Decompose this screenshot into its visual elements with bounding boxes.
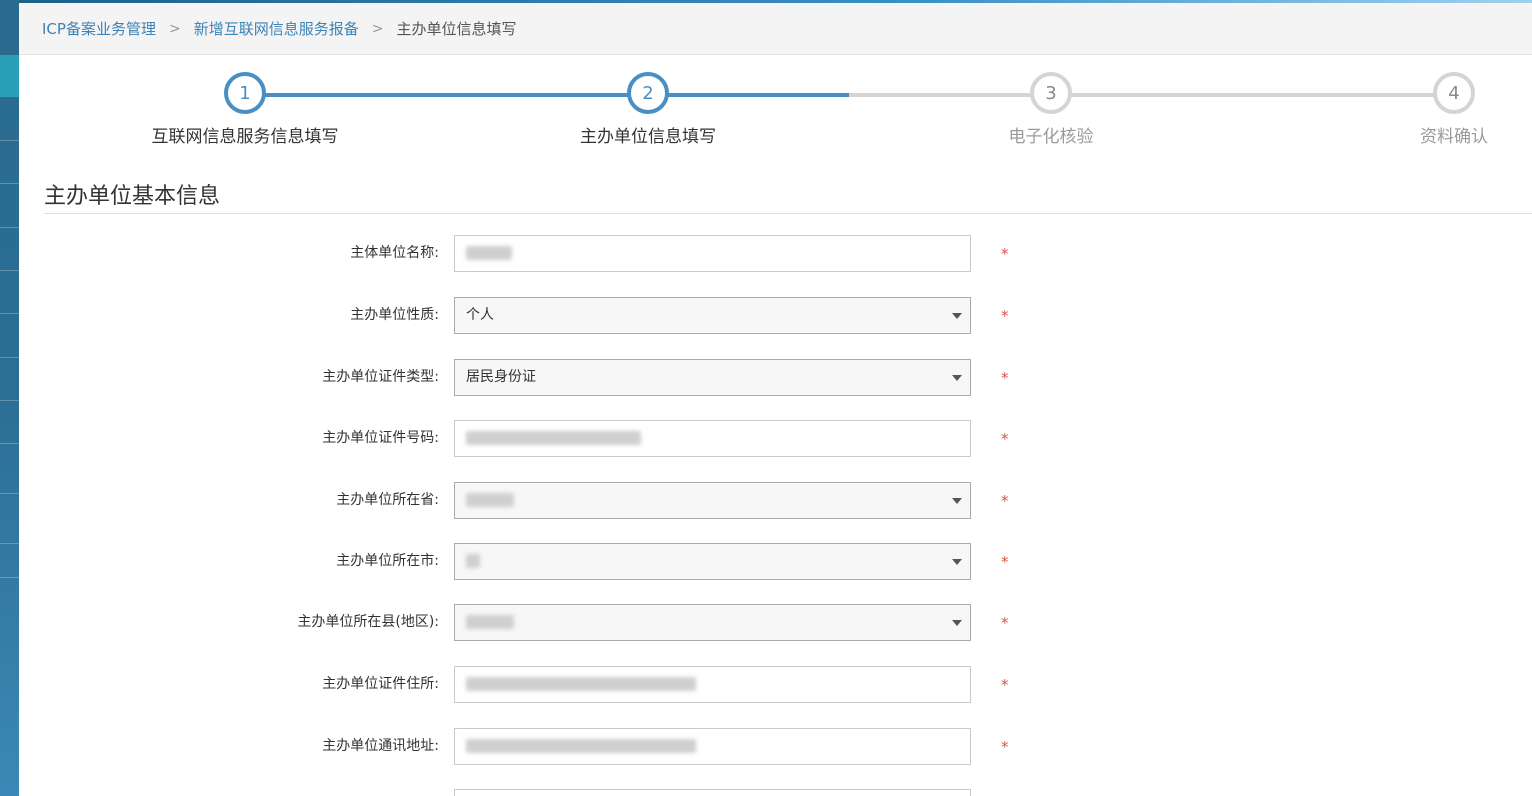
step-label: 资料确认	[1420, 127, 1488, 147]
entity-name-input[interactable]	[454, 235, 971, 272]
redacted-value	[466, 739, 696, 753]
required-mark: *	[1001, 553, 1009, 571]
redacted-value	[466, 677, 696, 691]
required-mark: *	[1001, 245, 1009, 263]
form-row-id-number: 主办单位证件号码: *	[0, 420, 1532, 457]
select-value: 个人	[466, 307, 494, 323]
field-label: 主办单位性质:	[350, 307, 439, 323]
section-divider	[44, 213, 1532, 214]
required-mark: *	[1001, 307, 1009, 325]
step-4: 4 资料确认	[1354, 72, 1532, 147]
required-mark: *	[1001, 369, 1009, 387]
breadcrumb-link-icp[interactable]: ICP备案业务管理	[42, 18, 156, 39]
county-select[interactable]	[454, 604, 971, 641]
chevron-down-icon	[952, 620, 962, 626]
form-row-next	[0, 789, 1532, 796]
chevron-down-icon	[952, 375, 962, 381]
step-3: 3 电子化核验	[951, 72, 1151, 147]
step-label: 电子化核验	[1008, 127, 1094, 147]
redacted-value	[466, 493, 514, 507]
field-label: 主办单位证件类型:	[322, 369, 439, 385]
section-title: 主办单位基本信息	[44, 184, 221, 209]
progress-steps: 1 互联网信息服务信息填写 2 主办单位信息填写 3 电子化核验 4 资料确认	[19, 56, 1532, 166]
step-number-circle: 2	[627, 72, 669, 114]
form-row-nature: 主办单位性质: 个人 *	[0, 297, 1532, 334]
sidebar-active-item[interactable]	[0, 55, 19, 97]
step-number-circle: 1	[224, 72, 266, 114]
id-number-input[interactable]	[454, 420, 971, 457]
field-label: 主办单位通讯地址:	[322, 738, 439, 754]
form-row-entity-name: 主体单位名称: *	[0, 235, 1532, 272]
step-label: 主办单位信息填写	[580, 127, 716, 147]
next-field-input[interactable]	[454, 789, 971, 796]
chevron-down-icon	[952, 313, 962, 319]
sidebar-divider	[0, 400, 19, 401]
form-row-county: 主办单位所在县(地区): *	[0, 604, 1532, 641]
province-select[interactable]	[454, 482, 971, 519]
chevron-down-icon	[952, 498, 962, 504]
required-mark: *	[1001, 614, 1009, 632]
sidebar-divider	[0, 357, 19, 358]
sidebar-divider	[0, 183, 19, 184]
form-row-mailing-address: 主办单位通讯地址: *	[0, 728, 1532, 765]
step-1: 1 互联网信息服务信息填写	[145, 72, 345, 147]
breadcrumb-separator-icon: >	[168, 20, 181, 37]
field-label: 主办单位证件号码:	[322, 430, 439, 446]
city-select[interactable]	[454, 543, 971, 580]
required-mark: *	[1001, 676, 1009, 694]
step-number-circle: 4	[1433, 72, 1475, 114]
redacted-value	[466, 615, 514, 629]
required-mark: *	[1001, 430, 1009, 448]
step-label: 互联网信息服务信息填写	[151, 127, 339, 147]
id-type-select[interactable]: 居民身份证	[454, 359, 971, 396]
form-row-id-type: 主办单位证件类型: 居民身份证 *	[0, 359, 1532, 396]
form-row-province: 主办单位所在省: *	[0, 482, 1532, 519]
redacted-value	[466, 246, 512, 260]
select-value: 居民身份证	[466, 369, 536, 385]
required-mark: *	[1001, 738, 1009, 756]
field-label: 主办单位所在县(地区):	[297, 614, 439, 630]
id-address-input[interactable]	[454, 666, 971, 703]
field-label: 主办单位证件住所:	[322, 676, 439, 692]
breadcrumb: ICP备案业务管理 > 新增互联网信息服务报备 > 主办单位信息填写	[19, 3, 1532, 55]
sidebar-divider	[0, 227, 19, 228]
form-row-id-address: 主办单位证件住所: *	[0, 666, 1532, 703]
sidebar-divider	[0, 140, 19, 141]
field-label: 主办单位所在市:	[336, 553, 439, 569]
field-label: 主办单位所在省:	[336, 492, 439, 508]
form-row-city: 主办单位所在市: *	[0, 543, 1532, 580]
mailing-address-input[interactable]	[454, 728, 971, 765]
breadcrumb-current: 主办单位信息填写	[396, 20, 517, 38]
field-label: 主体单位名称:	[350, 245, 439, 261]
step-number-circle: 3	[1030, 72, 1072, 114]
breadcrumb-separator-icon: >	[371, 20, 384, 37]
nature-select[interactable]: 个人	[454, 297, 971, 334]
chevron-down-icon	[952, 559, 962, 565]
breadcrumb-link-new-report[interactable]: 新增互联网信息服务报备	[194, 18, 359, 39]
redacted-value	[466, 554, 480, 568]
step-2: 2 主办单位信息填写	[548, 72, 748, 147]
required-mark: *	[1001, 492, 1009, 510]
redacted-value	[466, 431, 641, 445]
